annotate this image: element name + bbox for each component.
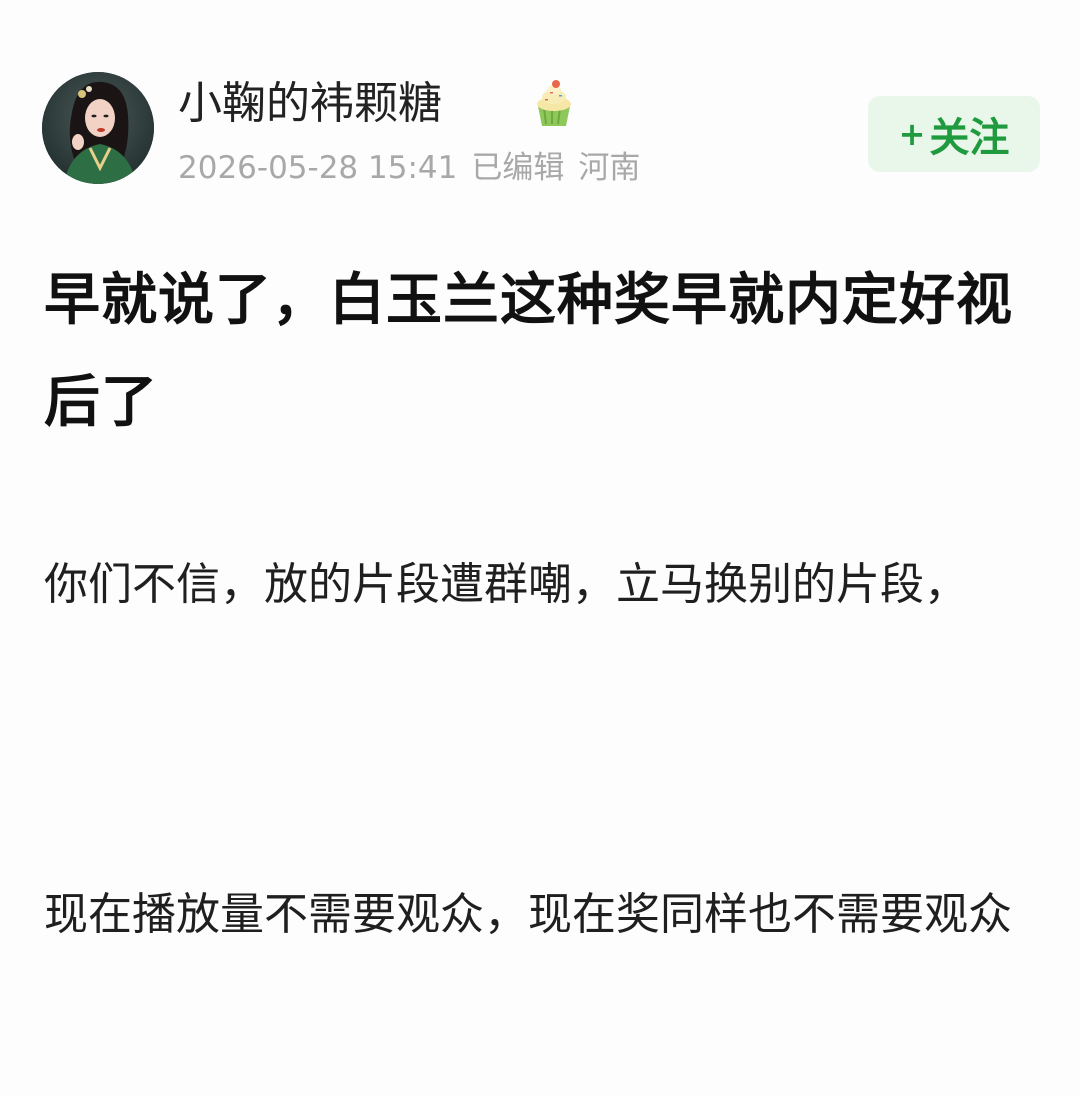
post-paragraph: 你们不信，放的片段遭群嘲，立马换别的片段， bbox=[44, 559, 968, 610]
post-header: 小鞠的袆颗糖 2026-05-28 15:41 已编辑 河南 + 关注 bbox=[42, 72, 1042, 192]
post-timestamp: 2026-05-28 15:41 bbox=[178, 150, 458, 186]
avatar-image bbox=[42, 72, 154, 184]
post-paragraph: 现在播放量不需要观众，现在奖同样也不需要观众 bbox=[44, 889, 1012, 940]
cupcake-icon bbox=[528, 78, 580, 130]
post-meta: 2026-05-28 15:41 已编辑 河南 bbox=[178, 148, 654, 188]
plus-icon: + bbox=[898, 115, 926, 153]
post-title: 早就说了，白玉兰这种奖早就内定好视后了 bbox=[44, 268, 1013, 435]
author-name[interactable]: 小鞠的袆颗糖 bbox=[178, 76, 442, 132]
follow-button-label: 关注 bbox=[929, 115, 1010, 161]
post-location: 河南 bbox=[578, 150, 641, 186]
post-card: 小鞠的袆颗糖 2026-05-28 15:41 已编辑 河南 + 关注 早就说了… bbox=[0, 0, 1080, 1096]
avatar[interactable] bbox=[42, 72, 154, 184]
follow-button[interactable]: + 关注 bbox=[868, 96, 1040, 172]
edited-label: 已编辑 bbox=[471, 150, 565, 186]
